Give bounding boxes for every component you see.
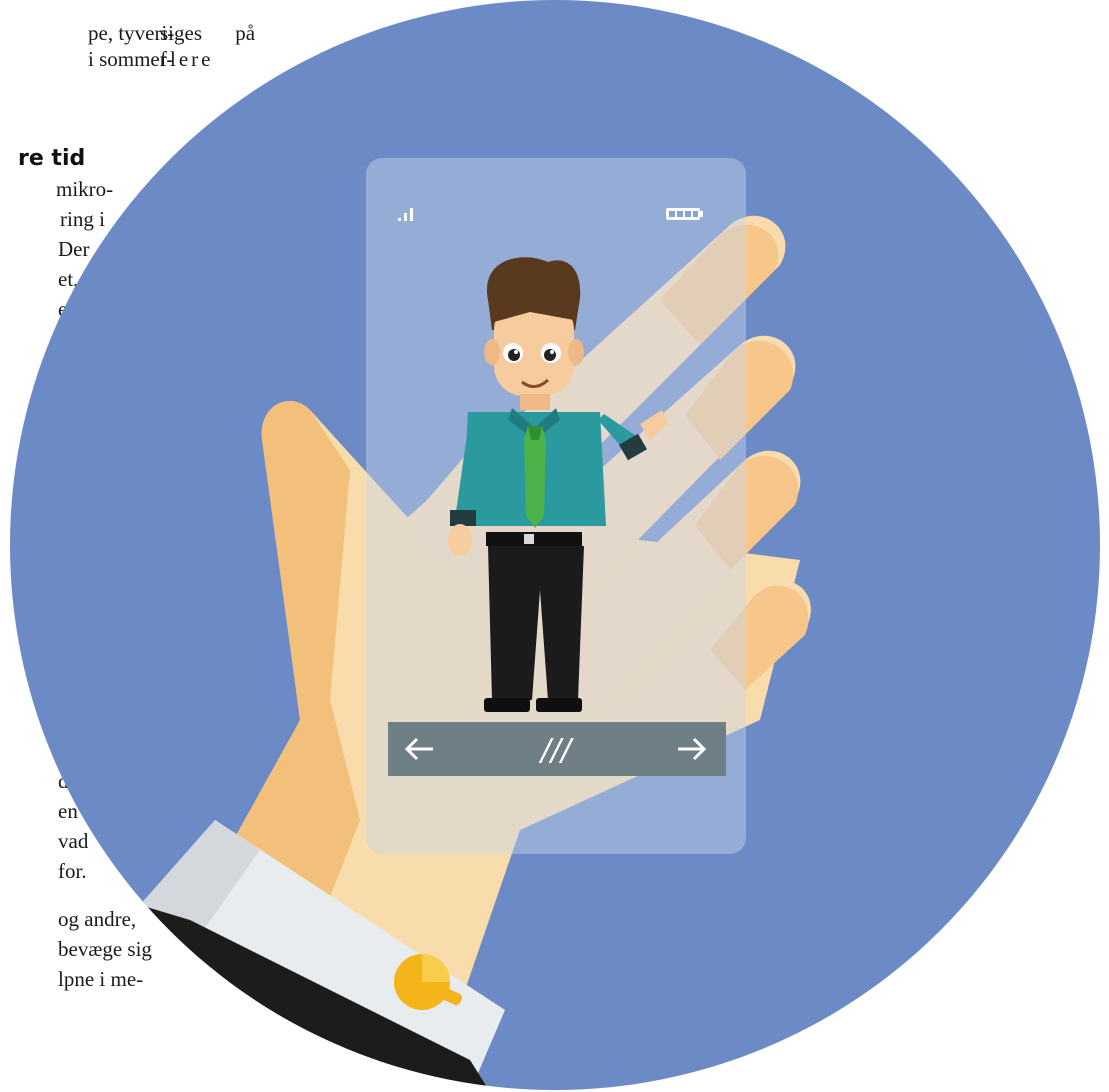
battery-icon	[666, 208, 703, 220]
illustration-hand-phone: ///	[10, 0, 1100, 1090]
nav-handle: ///	[538, 733, 574, 768]
phone-nav-bar: ///	[388, 722, 726, 776]
phone-screen: ///	[366, 158, 746, 854]
